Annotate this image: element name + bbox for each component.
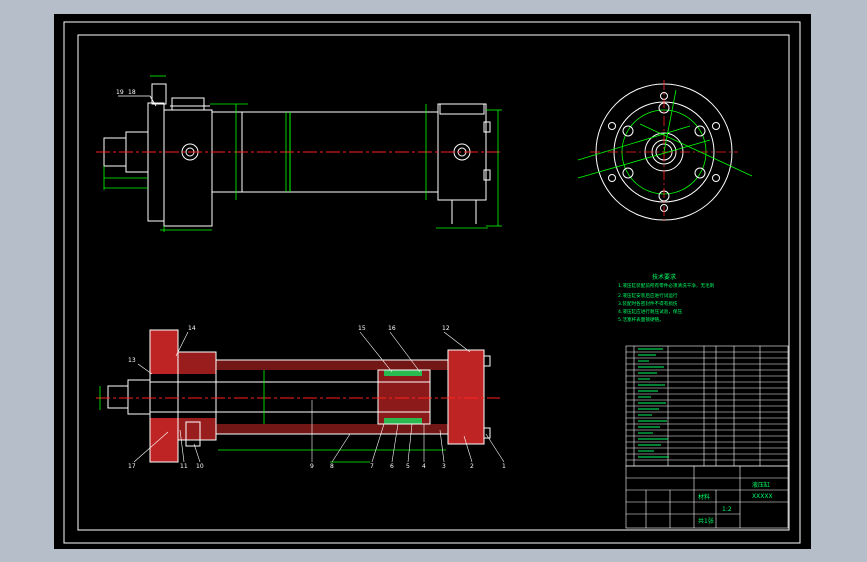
part-label-5: 5 bbox=[406, 463, 410, 470]
tech-requirements-title: 技术要求 bbox=[652, 273, 676, 281]
part-label-8: 8 bbox=[330, 463, 334, 470]
part-label-2: 2 bbox=[470, 463, 474, 470]
part-label-7: 7 bbox=[370, 463, 374, 470]
tech-requirement-line: 3.装配时各密封件不得有损伤 bbox=[618, 300, 678, 307]
title-block-material: 材料 bbox=[698, 493, 710, 501]
part-label-15: 15 bbox=[358, 325, 366, 332]
parts-list-table bbox=[625, 345, 789, 467]
drawing-canvas bbox=[54, 14, 811, 549]
part-label-10: 10 bbox=[196, 463, 204, 470]
cad-drawing-viewport[interactable]: 19 18 技术要求 1.液压缸装配前所有零件必须清洗干净，无毛刺 2.液压缸安… bbox=[0, 0, 867, 562]
part-label-13: 13 bbox=[128, 357, 136, 364]
part-label-6: 6 bbox=[390, 463, 394, 470]
leader-label-18: 18 bbox=[128, 89, 136, 96]
leader-label-19: 19 bbox=[116, 89, 124, 96]
title-block-drawing-name: 液压缸 bbox=[752, 481, 770, 489]
part-label-14: 14 bbox=[188, 325, 196, 332]
title-block-sheet: 共1张 bbox=[698, 517, 714, 525]
part-label-16: 16 bbox=[388, 325, 396, 332]
tech-requirement-line: 4.液压缸应进行耐压试验，保压 bbox=[618, 308, 683, 315]
part-label-3: 3 bbox=[442, 463, 446, 470]
part-label-17: 17 bbox=[128, 463, 136, 470]
tech-requirement-line: 2.液压缸安装后应进行试运行 bbox=[618, 292, 678, 299]
part-label-12: 12 bbox=[442, 325, 450, 332]
part-label-4: 4 bbox=[422, 463, 426, 470]
title-block-company: XXXXX bbox=[752, 493, 773, 500]
part-label-9: 9 bbox=[310, 463, 314, 470]
tech-requirement-line: 1.液压缸装配前所有零件必须清洗干净，无毛刺 bbox=[618, 282, 715, 289]
part-label-1: 1 bbox=[502, 463, 506, 470]
title-block-scale: 1:2 bbox=[722, 506, 732, 513]
part-label-11: 11 bbox=[180, 463, 188, 470]
tech-requirement-line: 5.活塞杆表面镀硬铬。 bbox=[618, 316, 664, 323]
